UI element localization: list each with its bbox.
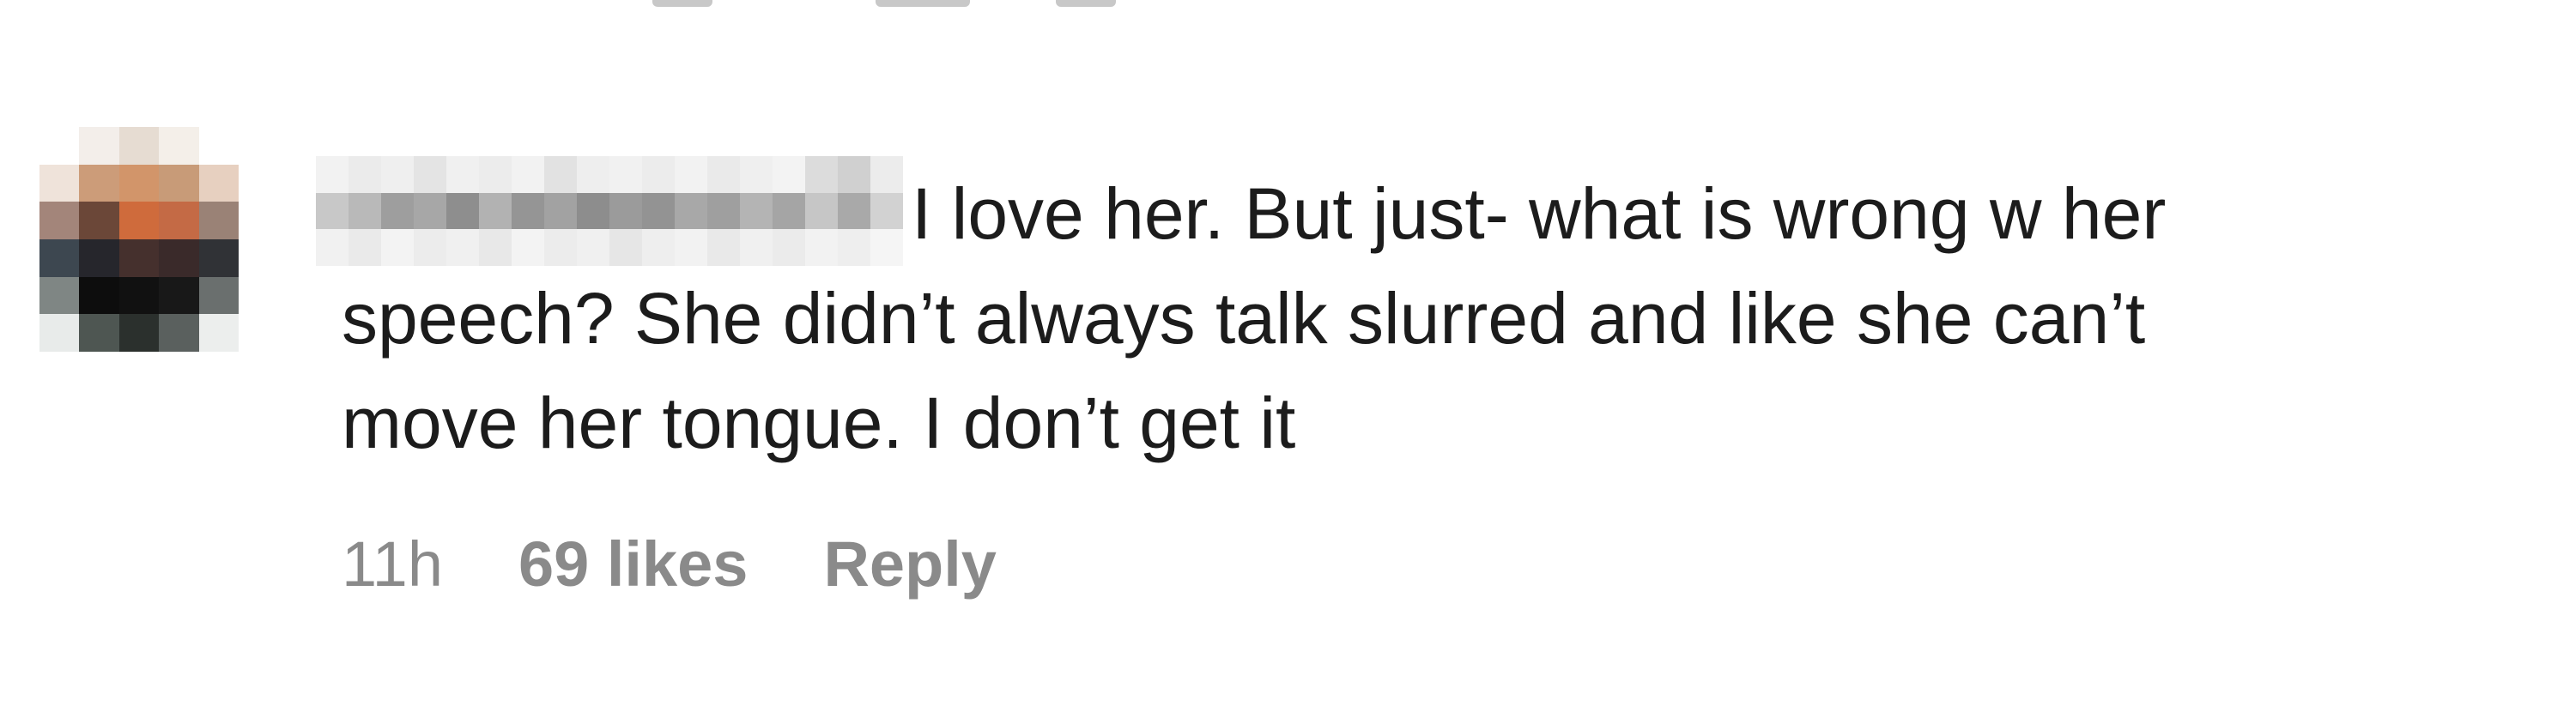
truncated-previous-content bbox=[652, 0, 1133, 9]
comment-body: I love her. But just- what is wrong w he… bbox=[342, 161, 2539, 475]
avatar-pixel bbox=[39, 276, 80, 315]
avatar-pixel bbox=[118, 276, 160, 315]
avatar-pixel bbox=[198, 239, 239, 277]
avatar-pixel bbox=[39, 314, 80, 352]
avatar-pixel bbox=[198, 314, 239, 352]
reply-button[interactable]: Reply bbox=[823, 528, 997, 600]
user-avatar[interactable] bbox=[39, 127, 239, 352]
avatar-pixel bbox=[159, 314, 199, 352]
comment-line-3: move her tongue. I don’t get it bbox=[342, 383, 1296, 463]
avatar-pixel bbox=[159, 127, 199, 165]
avatar-pixel bbox=[39, 127, 80, 165]
avatar-pixel bbox=[118, 239, 160, 277]
comment-line-1: I love her. But just- what is wrong w he… bbox=[912, 173, 2167, 254]
avatar-pixel bbox=[39, 164, 80, 202]
avatar-pixel bbox=[159, 164, 199, 202]
avatar-pixel bbox=[79, 276, 119, 315]
avatar-pixel bbox=[198, 164, 239, 202]
avatar-pixel bbox=[159, 202, 199, 239]
avatar-pixel bbox=[79, 314, 119, 352]
avatar-pixel bbox=[118, 202, 160, 239]
comment-likes-count[interactable]: 69 likes bbox=[518, 528, 748, 600]
avatar-pixel bbox=[159, 239, 199, 277]
avatar-pixel bbox=[79, 127, 119, 165]
comment-timestamp[interactable]: 11h bbox=[342, 528, 443, 600]
avatar-pixel bbox=[118, 164, 160, 202]
avatar-pixel bbox=[79, 202, 119, 239]
avatar-pixel bbox=[118, 314, 160, 352]
comment-line-2: speech? She didn’t always talk slurred a… bbox=[342, 278, 2146, 359]
avatar-pixel bbox=[198, 202, 239, 239]
avatar-pixel bbox=[118, 127, 160, 165]
avatar-pixel bbox=[39, 202, 80, 239]
comment-meta-row: 11h 69 likes Reply bbox=[342, 525, 997, 602]
avatar-pixel bbox=[198, 276, 239, 315]
avatar-pixel bbox=[79, 164, 119, 202]
avatar-pixel bbox=[79, 239, 119, 277]
avatar-pixel bbox=[159, 276, 199, 315]
avatar-pixel bbox=[39, 239, 80, 277]
avatar-pixel bbox=[198, 127, 239, 165]
